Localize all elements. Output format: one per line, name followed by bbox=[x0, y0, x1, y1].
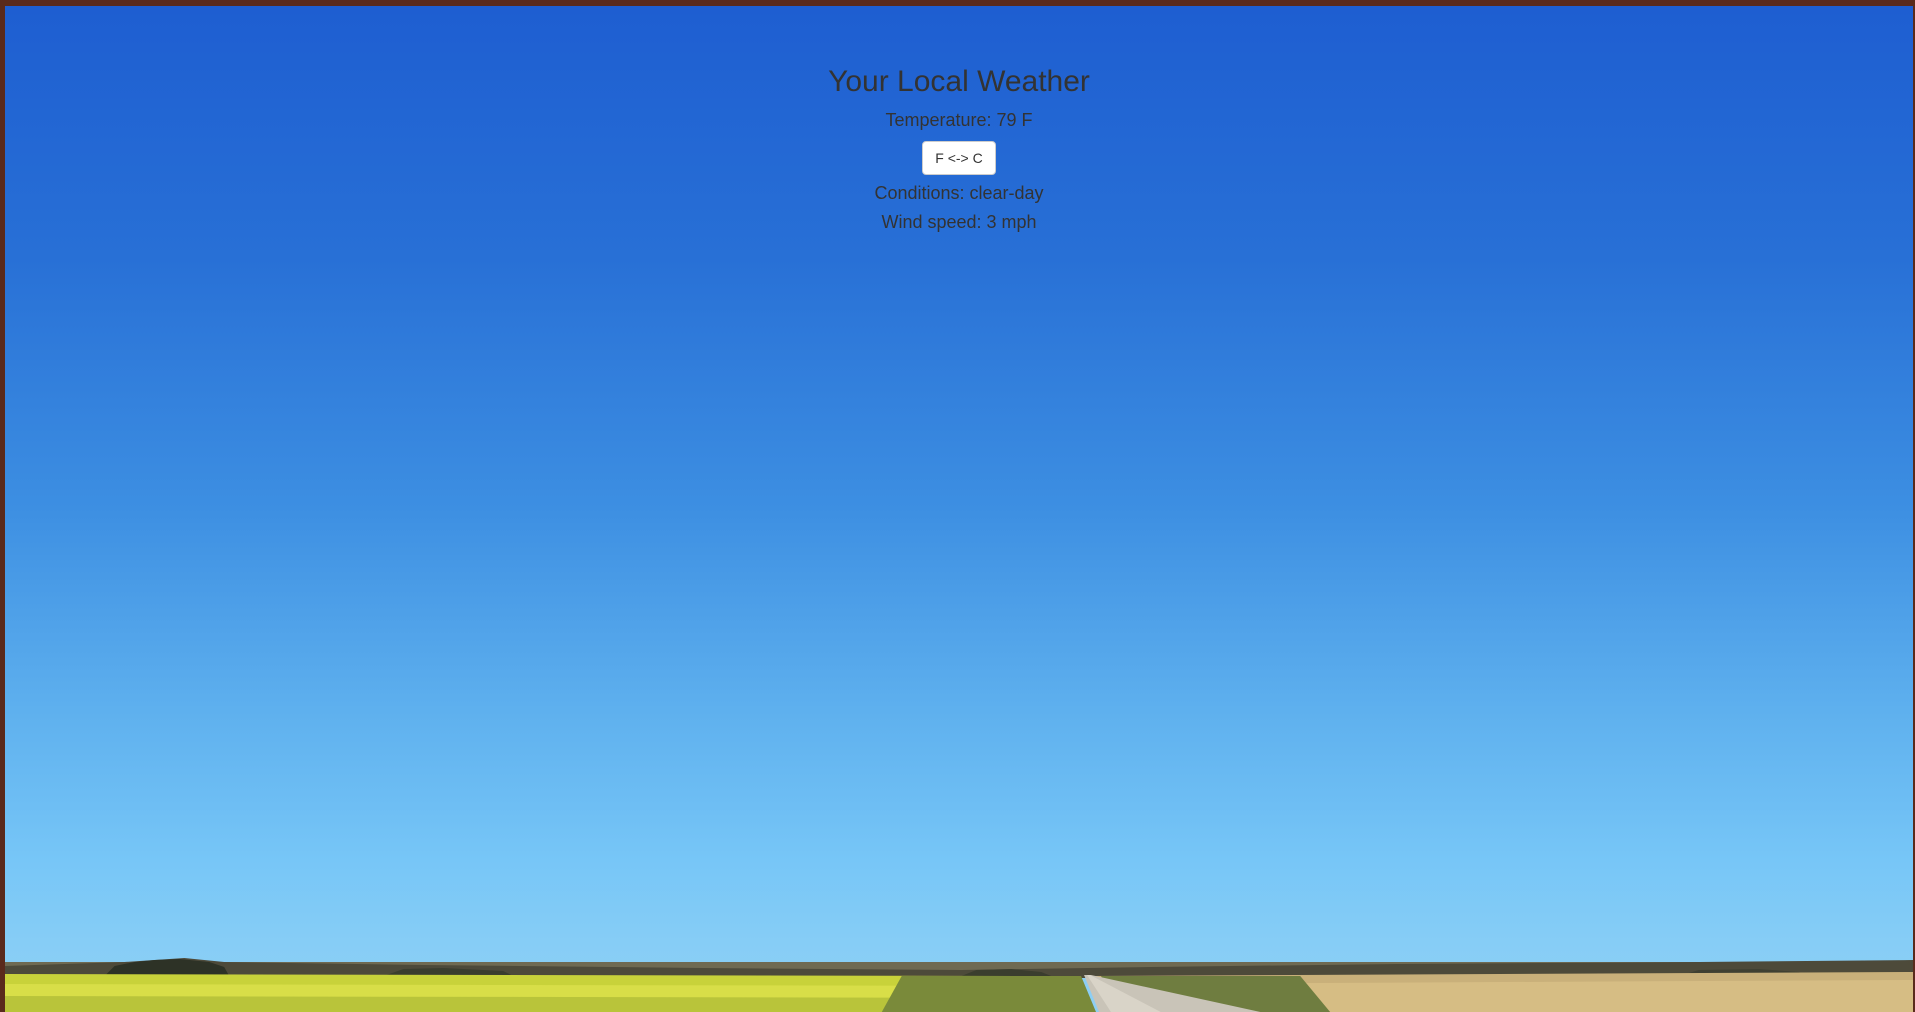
landscape-image bbox=[5, 958, 1913, 1012]
conditions-text: Conditions: clear-day bbox=[874, 183, 1044, 203]
page-background: Your Local Weather Temperature: 79 F F <… bbox=[0, 0, 1915, 1012]
page-title: Your Local Weather bbox=[828, 65, 1090, 98]
weather-panel: Your Local Weather Temperature: 79 F F <… bbox=[5, 64, 1913, 232]
wind-speed-text: Wind speed: 3 mph bbox=[881, 212, 1037, 232]
temperature-text: Temperature: 79 F bbox=[885, 110, 1033, 130]
unit-toggle-button[interactable]: F <-> C bbox=[922, 141, 996, 175]
